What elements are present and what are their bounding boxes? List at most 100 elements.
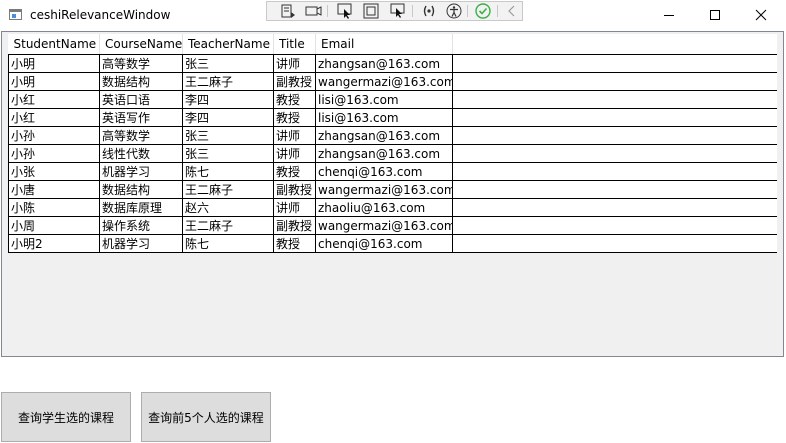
table-cell[interactable]: 教授 (273, 162, 316, 181)
preview-selection-icon[interactable] (389, 3, 407, 19)
row-filler (452, 198, 777, 217)
table-row[interactable]: 小红 英语口语 李四 教授 lisi@163.com (8, 90, 777, 109)
collapse-chevron-icon[interactable] (503, 3, 521, 19)
table-cell[interactable]: 王二麻子 (182, 216, 274, 235)
table-cell[interactable]: wangermazi@163.com (315, 180, 453, 199)
row-filler (452, 180, 777, 199)
table-row[interactable]: 小张 机器学习 陈七 教授 chenqi@163.com (8, 162, 777, 181)
table-cell[interactable]: 高等数学 (99, 126, 183, 145)
table-row[interactable]: 小陈 数据库原理 赵六 讲师 zhaoliu@163.com (8, 198, 777, 217)
minimize-button[interactable] (646, 0, 692, 30)
accessibility-checker-icon[interactable] (445, 3, 463, 19)
table-row[interactable]: 小明 高等数学 张三 讲师 zhangsan@163.com (8, 54, 777, 73)
maximize-button[interactable] (692, 0, 738, 30)
close-icon (755, 9, 767, 21)
select-element-icon[interactable] (336, 3, 354, 19)
table-cell[interactable]: 李四 (182, 108, 274, 127)
table-cell[interactable]: 英语口语 (99, 90, 183, 109)
table-cell[interactable]: 李四 (182, 90, 274, 109)
table-cell[interactable]: 小红 (8, 90, 100, 109)
table-cell[interactable]: 数据结构 (99, 180, 183, 199)
table-cell[interactable]: 小张 (8, 162, 100, 181)
live-visual-tree-icon[interactable] (279, 3, 297, 19)
table-cell[interactable]: 小明2 (8, 234, 100, 253)
table-cell[interactable]: lisi@163.com (315, 90, 453, 109)
table-cell[interactable]: chenqi@163.com (315, 162, 453, 181)
table-row[interactable]: 小孙 高等数学 张三 讲师 zhangsan@163.com (8, 126, 777, 145)
column-header[interactable]: TeacherName (182, 34, 274, 55)
table-row[interactable]: 小明2 机器学习 陈七 教授 chenqi@163.com (8, 234, 777, 253)
table-cell[interactable]: 教授 (273, 108, 316, 127)
row-filler (452, 90, 777, 109)
table-cell[interactable]: 小陈 (8, 198, 100, 217)
row-filler (452, 162, 777, 181)
table-cell[interactable]: zhaoliu@163.com (315, 198, 453, 217)
title-bar: ceshiRelevanceWindow (0, 0, 786, 31)
table-cell[interactable]: 赵六 (182, 198, 274, 217)
table-row[interactable]: 小红 英语写作 李四 教授 lisi@163.com (8, 108, 777, 127)
table-cell[interactable]: 副教授 (273, 216, 316, 235)
table-cell[interactable]: zhangsan@163.com (315, 144, 453, 163)
header-row: StudentName CourseName TeacherName Title Ema… (8, 34, 777, 55)
column-header[interactable]: CourseName (99, 34, 183, 55)
table-cell[interactable]: 英语写作 (99, 108, 183, 127)
checkmark-circle-icon[interactable] (474, 3, 492, 19)
column-header[interactable]: Email (315, 34, 453, 55)
close-button[interactable] (738, 0, 784, 30)
table-cell[interactable]: 副教授 (273, 72, 316, 91)
table-cell[interactable]: chenqi@163.com (315, 234, 453, 253)
table-cell[interactable]: 教授 (273, 234, 316, 253)
maximize-icon (710, 10, 720, 20)
table-cell[interactable]: zhangsan@163.com (315, 126, 453, 145)
table-row[interactable]: 小孙 线性代数 张三 讲师 zhangsan@163.com (8, 144, 777, 163)
table-cell[interactable]: 小周 (8, 216, 100, 235)
table-row[interactable]: 小明 数据结构 王二麻子 副教授 wangermazi@163.com (8, 72, 777, 91)
table-cell[interactable]: 陈七 (182, 162, 274, 181)
toolbar-separator (412, 5, 413, 17)
table-row[interactable]: 小唐 数据结构 王二麻子 副教授 wangermazi@163.com (8, 180, 777, 199)
column-header[interactable]: Title (273, 34, 316, 55)
row-filler (452, 126, 777, 145)
table-cell[interactable]: 副教授 (273, 180, 316, 199)
table-cell[interactable]: 张三 (182, 126, 274, 145)
table-cell[interactable]: 讲师 (273, 54, 316, 73)
xaml-debug-toolbar (266, 1, 523, 21)
table-cell[interactable]: 小唐 (8, 180, 100, 199)
query-top5-courses-button[interactable]: 查询前5个人选的课程 (141, 392, 271, 442)
table-cell[interactable]: wangermazi@163.com (315, 216, 453, 235)
table-cell[interactable]: 数据库原理 (99, 198, 183, 217)
query-student-courses-button[interactable]: 查询学生选的课程 (1, 392, 131, 442)
table-cell[interactable]: 机器学习 (99, 162, 183, 181)
display-layout-adorners-icon[interactable] (305, 3, 323, 19)
row-filler (452, 216, 777, 235)
row-filler (452, 234, 777, 253)
table-cell[interactable]: 小孙 (8, 144, 100, 163)
table-cell[interactable]: 张三 (182, 54, 274, 73)
table-cell[interactable]: 线性代数 (99, 144, 183, 163)
table-cell[interactable]: 教授 (273, 90, 316, 109)
table-cell[interactable]: 小明 (8, 54, 100, 73)
table-row[interactable]: 小周 操作系统 王二麻子 副教授 wangermazi@163.com (8, 216, 777, 235)
table-cell[interactable]: 讲师 (273, 144, 316, 163)
data-grid[interactable]: StudentName CourseName TeacherName Title Ema… (1, 31, 784, 357)
table-cell[interactable]: 数据结构 (99, 72, 183, 91)
table-cell[interactable]: 讲师 (273, 126, 316, 145)
table-cell[interactable]: 小孙 (8, 126, 100, 145)
table-cell[interactable]: 讲师 (273, 198, 316, 217)
table-cell[interactable]: 机器学习 (99, 234, 183, 253)
table-cell[interactable]: zhangsan@163.com (315, 54, 453, 73)
column-header[interactable]: StudentName (8, 34, 100, 55)
table-cell[interactable]: 高等数学 (99, 54, 183, 73)
table-cell[interactable]: 小红 (8, 108, 100, 127)
binding-failures-icon[interactable] (420, 3, 438, 19)
table-cell[interactable]: 小明 (8, 72, 100, 91)
table-cell[interactable]: 张三 (182, 144, 274, 163)
table-cell[interactable]: 陈七 (182, 234, 274, 253)
table-cell[interactable]: 操作系统 (99, 216, 183, 235)
minimize-icon (664, 15, 674, 16)
table-cell[interactable]: lisi@163.com (315, 108, 453, 127)
track-focus-icon[interactable] (362, 3, 380, 19)
table-cell[interactable]: 王二麻子 (182, 72, 274, 91)
table-cell[interactable]: wangermazi@163.com (315, 72, 453, 91)
table-cell[interactable]: 王二麻子 (182, 180, 274, 199)
